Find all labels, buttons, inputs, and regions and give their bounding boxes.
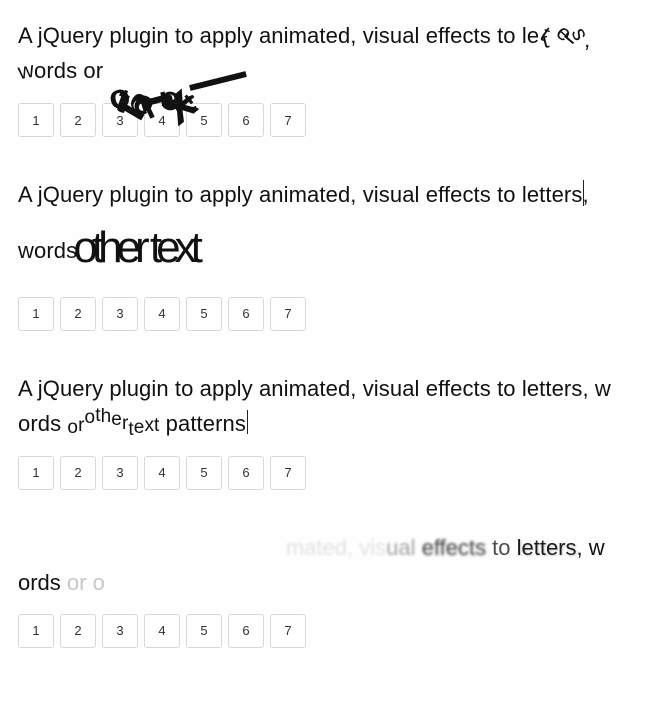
effect-button-7[interactable]: 7 [270,614,306,648]
enlarged-text: other text [73,213,196,283]
demo-text-2: A jQuery plugin to apply animated, visua… [18,177,637,283]
effect-button-3[interactable]: 3 [102,456,138,490]
demo-block-1: A jQuery plugin to apply animated, visua… [18,18,637,137]
effect-button-5[interactable]: 5 [186,297,222,331]
effect-button-2[interactable]: 2 [60,297,96,331]
effect-button-4[interactable]: 4 [144,297,180,331]
demo-block-4: A jQuery plugin to apply animated, visua… [18,530,637,648]
effect-button-3[interactable]: 3 [102,297,138,331]
clump-stroke [190,71,248,91]
effect-button-2[interactable]: 2 [60,456,96,490]
scattered-letters: tters, [539,23,589,48]
text-prefix: A jQuery plugin to apply animated, visua… [18,376,611,401]
cursor-icon [583,180,584,206]
button-row-3: 1 2 3 4 5 6 7 [18,456,637,490]
effect-button-2[interactable]: 2 [60,614,96,648]
effect-button-6[interactable]: 6 [228,297,264,331]
cursor-icon [247,410,248,434]
button-row-2: 1 2 3 4 5 6 7 [18,297,637,331]
demo-text-4: A jQuery plugin to apply animated, visua… [18,530,637,600]
effect-button-7[interactable]: 7 [270,456,306,490]
effect-button-5[interactable]: 5 [186,614,222,648]
text-prefix: A jQuery plugin to apply animated, visua… [18,23,539,48]
effect-button-1[interactable]: 1 [18,297,54,331]
effect-button-2[interactable]: 2 [60,103,96,137]
demo-block-3: A jQuery plugin to apply animated, visua… [18,371,637,490]
button-row-4: 1 2 3 4 5 6 7 [18,614,637,648]
line2-prefix: w [18,58,34,83]
text-clump: o t h e r t e x t . [109,55,249,89]
effect-button-6[interactable]: 6 [228,614,264,648]
effect-button-6[interactable]: 6 [228,456,264,490]
effect-button-4[interactable]: 4 [144,614,180,648]
effect-button-5[interactable]: 5 [186,456,222,490]
demo-block-2: A jQuery plugin to apply animated, visua… [18,177,637,331]
demo-text-3: A jQuery plugin to apply animated, visua… [18,371,637,442]
effect-button-7[interactable]: 7 [270,103,306,137]
demo-text-1: A jQuery plugin to apply animated, visua… [18,18,637,89]
effect-button-3[interactable]: 3 [102,614,138,648]
effect-button-1[interactable]: 1 [18,103,54,137]
wave-text: or other text [67,411,159,436]
effect-button-7[interactable]: 7 [270,297,306,331]
effect-button-1[interactable]: 1 [18,614,54,648]
effect-button-4[interactable]: 4 [144,456,180,490]
effect-button-6[interactable]: 6 [228,103,264,137]
text-prefix: A jQuery plugin to apply animated, visua… [18,182,589,207]
effect-button-1[interactable]: 1 [18,456,54,490]
